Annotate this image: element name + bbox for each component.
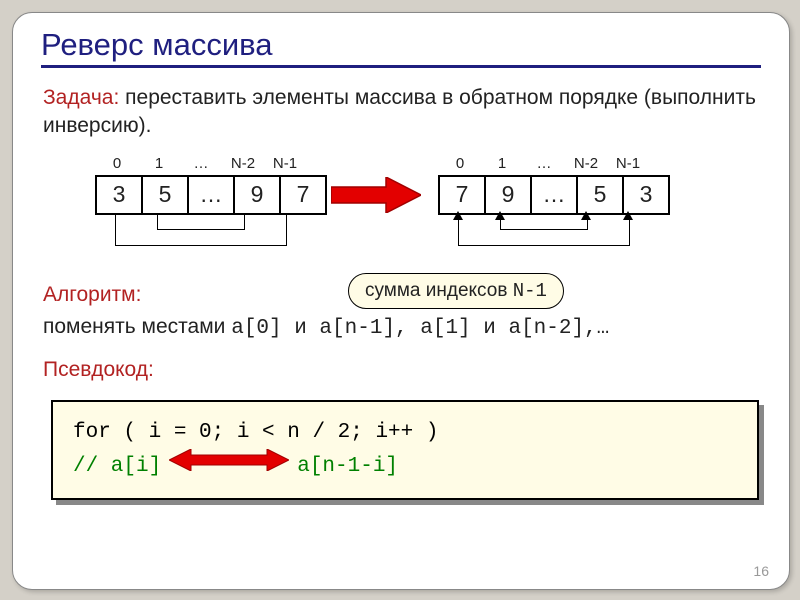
red-arrow-icon xyxy=(331,177,421,213)
double-arrow-icon xyxy=(169,449,289,484)
slide-title: Реверс массива xyxy=(13,13,789,74)
comment-right: a[n-1-i] xyxy=(297,450,398,484)
page-number: 16 xyxy=(753,563,769,579)
pseudocode-box: for ( i = 0; i < n / 2; i++ ) // a[i] a[… xyxy=(51,400,759,500)
slide-frame: Реверс массива Задача: переставить элеме… xyxy=(12,12,790,590)
idx: … xyxy=(179,155,223,172)
algorithm-text: поменять местами a[0] и a[n-1], a[1] и a… xyxy=(43,315,759,340)
swap-connector-inner-r xyxy=(500,213,588,230)
content-area: Задача: переставить элементы массива в о… xyxy=(13,74,789,382)
arrowhead-icon xyxy=(495,211,505,220)
arrowhead-icon xyxy=(623,211,633,220)
idx: 1 xyxy=(137,155,181,172)
cell: 7 xyxy=(438,175,486,215)
cell: 5 xyxy=(576,175,624,215)
title-text: Реверс массива xyxy=(41,27,273,62)
idx: 0 xyxy=(438,155,482,172)
idx: N-1 xyxy=(263,155,307,172)
cell: … xyxy=(530,175,578,215)
swap-connector-inner xyxy=(157,213,245,230)
algorithm-block: Алгоритм: поменять местами a[0] и a[n-1]… xyxy=(43,283,759,340)
cell: 5 xyxy=(141,175,189,215)
array-illustration: 0 1 … N-2 N-1 3 5 … 9 7 xyxy=(43,155,759,275)
task-label: Задача: xyxy=(43,86,119,109)
callout-text: сумма индексов N-1 xyxy=(365,280,547,301)
code-line-1: for ( i = 0; i < n / 2; i++ ) xyxy=(73,416,737,450)
indices-left: 0 1 … N-2 N-1 xyxy=(95,155,307,172)
index-sum-callout: сумма индексов N-1 xyxy=(348,273,564,309)
task-text: переставить элементы массива в обратном … xyxy=(43,86,756,137)
comment-left: // a[i] xyxy=(73,450,161,484)
idx: … xyxy=(522,155,566,172)
idx: N-1 xyxy=(606,155,650,172)
cell: 9 xyxy=(233,175,281,215)
title-underline xyxy=(41,65,761,68)
idx: 1 xyxy=(480,155,524,172)
idx: 0 xyxy=(95,155,139,172)
pseudocode-label: Псевдокод: xyxy=(43,358,759,382)
task-block: Задача: переставить элементы массива в о… xyxy=(43,84,759,141)
algo-code: a[0] и a[n-1], a[1] и a[n-2],… xyxy=(231,317,609,340)
idx: N-2 xyxy=(564,155,608,172)
pseudocode-inner: for ( i = 0; i < n / 2; i++ ) // a[i] a[… xyxy=(51,400,759,500)
idx: N-2 xyxy=(221,155,265,172)
cell: 3 xyxy=(95,175,143,215)
algo-prefix: поменять местами xyxy=(43,315,231,338)
cell: 3 xyxy=(622,175,670,215)
indices-right: 0 1 … N-2 N-1 xyxy=(438,155,650,172)
arrowhead-icon xyxy=(453,211,463,220)
cell: … xyxy=(187,175,235,215)
array-before: 3 5 … 9 7 xyxy=(95,175,327,215)
arrowhead-icon xyxy=(581,211,591,220)
cell: 7 xyxy=(279,175,327,215)
code-line-2: // a[i] a[n-1-i] xyxy=(73,449,737,484)
cell: 9 xyxy=(484,175,532,215)
array-after: 7 9 … 5 3 xyxy=(438,175,670,215)
